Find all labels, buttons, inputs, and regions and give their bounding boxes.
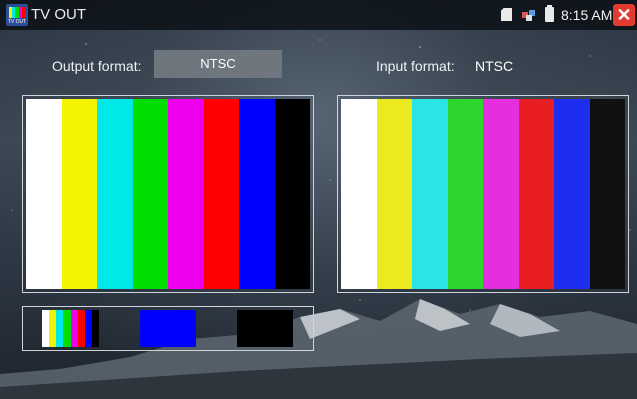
output-color-bar-1 <box>26 99 62 289</box>
app-icon-label: TV OUT <box>7 19 27 25</box>
input-color-bar-8 <box>589 99 625 289</box>
input-format-value: NTSC <box>475 58 514 74</box>
output-color-bar-6 <box>203 99 239 289</box>
input-color-bar-6 <box>518 99 554 289</box>
tv-out-app-icon[interactable]: TV OUT <box>6 4 28 26</box>
pattern-color-bar-3 <box>56 310 64 347</box>
pattern-color-bar-2 <box>49 310 57 347</box>
output-color-bar-5 <box>168 99 204 289</box>
pattern-color-bar-1 <box>42 310 50 347</box>
input-preview <box>337 95 629 293</box>
pattern-color-bar-8 <box>91 310 99 347</box>
input-color-bar-7 <box>554 99 590 289</box>
output-preview <box>22 95 314 293</box>
input-color-bar-5 <box>483 99 519 289</box>
output-color-bar-2 <box>61 99 97 289</box>
input-color-bar-1 <box>341 99 377 289</box>
output-color-bars <box>26 99 310 289</box>
clock: 8:15 AM <box>561 7 613 23</box>
app-title: TV OUT <box>31 6 86 23</box>
output-format-label: Output format: <box>52 58 142 74</box>
input-format-label: Input format: <box>376 58 455 74</box>
input-color-bar-3 <box>412 99 448 289</box>
output-color-bar-7 <box>239 99 275 289</box>
close-button[interactable]: ✕ <box>613 4 635 26</box>
pattern-selector <box>22 306 314 351</box>
input-color-bars <box>341 99 625 289</box>
sd-card-icon <box>501 8 512 21</box>
output-color-bar-3 <box>97 99 133 289</box>
output-color-bar-4 <box>132 99 168 289</box>
output-format-selector[interactable]: NTSC <box>154 50 282 78</box>
pattern-option-colorbar[interactable] <box>42 310 99 347</box>
pattern-option-black[interactable] <box>237 310 293 347</box>
network-icon <box>522 10 535 21</box>
battery-icon <box>545 5 554 22</box>
status-bar: TV OUT TV OUT 8:15 AM ✕ <box>0 0 637 30</box>
pattern-option-blue[interactable] <box>140 310 196 347</box>
pattern-color-bar-4 <box>63 310 71 347</box>
input-color-bar-2 <box>376 99 412 289</box>
pattern-color-bar-7 <box>84 310 92 347</box>
screen: TV OUT TV OUT 8:15 AM ✕ Output format: N… <box>0 0 637 399</box>
input-color-bar-4 <box>447 99 483 289</box>
pattern-color-bar-5 <box>70 310 78 347</box>
pattern-color-bar-6 <box>77 310 85 347</box>
output-color-bar-8 <box>274 99 310 289</box>
